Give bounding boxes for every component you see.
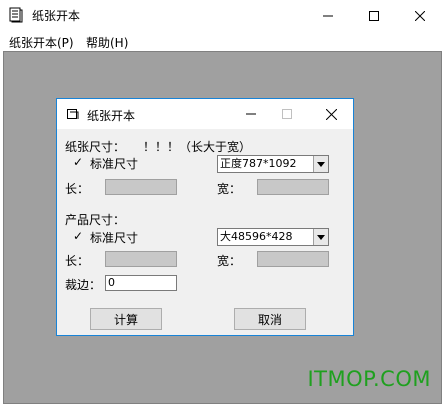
maximize-icon (282, 109, 292, 119)
dialog-titlebar[interactable]: 纸张开本 (57, 99, 353, 129)
minimize-icon (246, 113, 256, 115)
dialog-close-button[interactable] (313, 99, 349, 129)
paper-size-label: 纸张尺寸： (65, 140, 126, 154)
minimize-button[interactable] (305, 0, 351, 31)
product-size-label: 产品尺寸： (65, 213, 126, 227)
maximize-icon (369, 10, 379, 21)
product-width-input[interactable] (257, 251, 329, 267)
dialog-minimize-button[interactable] (233, 99, 269, 129)
chevron-down-icon[interactable] (313, 156, 328, 172)
paper-length-input[interactable] (105, 179, 177, 195)
window-title: 纸张开本 (32, 9, 81, 23)
dialog-title: 纸张开本 (87, 109, 136, 123)
dialog-maximize-button[interactable] (269, 99, 305, 129)
product-length-input[interactable] (105, 251, 177, 267)
product-standard-label: 标准尺寸 (90, 231, 139, 245)
trim-input[interactable]: 0 (105, 275, 177, 291)
close-icon (415, 10, 425, 21)
paper-size-combo-value: 正度787*1092 (220, 157, 297, 170)
product-length-label: 长： (65, 254, 90, 268)
menu-bar: 纸张开本(P) 帮助(H) (0, 31, 443, 51)
paper-size-combo[interactable]: 正度787*1092 (217, 155, 329, 173)
menu-paper[interactable]: 纸张开本(P) (9, 34, 74, 51)
close-button[interactable] (397, 0, 443, 31)
close-icon (325, 108, 337, 120)
product-width-label: 宽： (217, 254, 242, 268)
trim-label: 裁边： (65, 278, 102, 292)
product-standard-checkbox[interactable]: ✓ (73, 230, 85, 242)
paper-length-label: 长： (65, 182, 90, 196)
calculate-button[interactable]: 计算 (90, 308, 162, 330)
maximize-button[interactable] (351, 0, 397, 31)
dialog-document-icon (67, 108, 79, 120)
chevron-down-icon[interactable] (313, 229, 328, 245)
paper-size-hint: ！！！（长大于宽） (143, 140, 252, 154)
paper-width-input[interactable] (257, 179, 329, 195)
window-titlebar[interactable]: 纸张开本 (0, 0, 443, 31)
watermark: ITMOP.COM (307, 367, 431, 391)
document-icon (9, 7, 23, 23)
product-size-combo-value: 大48596*428 (220, 230, 293, 243)
menu-help[interactable]: 帮助(H) (86, 34, 128, 51)
product-size-combo[interactable]: 大48596*428 (217, 228, 329, 246)
paper-width-label: 宽： (217, 182, 242, 196)
minimize-icon (323, 15, 333, 16)
paper-standard-label: 标准尺寸 (90, 157, 139, 171)
paper-standard-checkbox[interactable]: ✓ (73, 156, 85, 168)
paper-dialog: 纸张开本 纸张尺寸： ！！！（长大于宽） ✓ 标准尺寸 正度787*1092 长… (56, 98, 354, 336)
cancel-button[interactable]: 取消 (234, 308, 306, 330)
trim-input-value: 0 (108, 276, 115, 289)
